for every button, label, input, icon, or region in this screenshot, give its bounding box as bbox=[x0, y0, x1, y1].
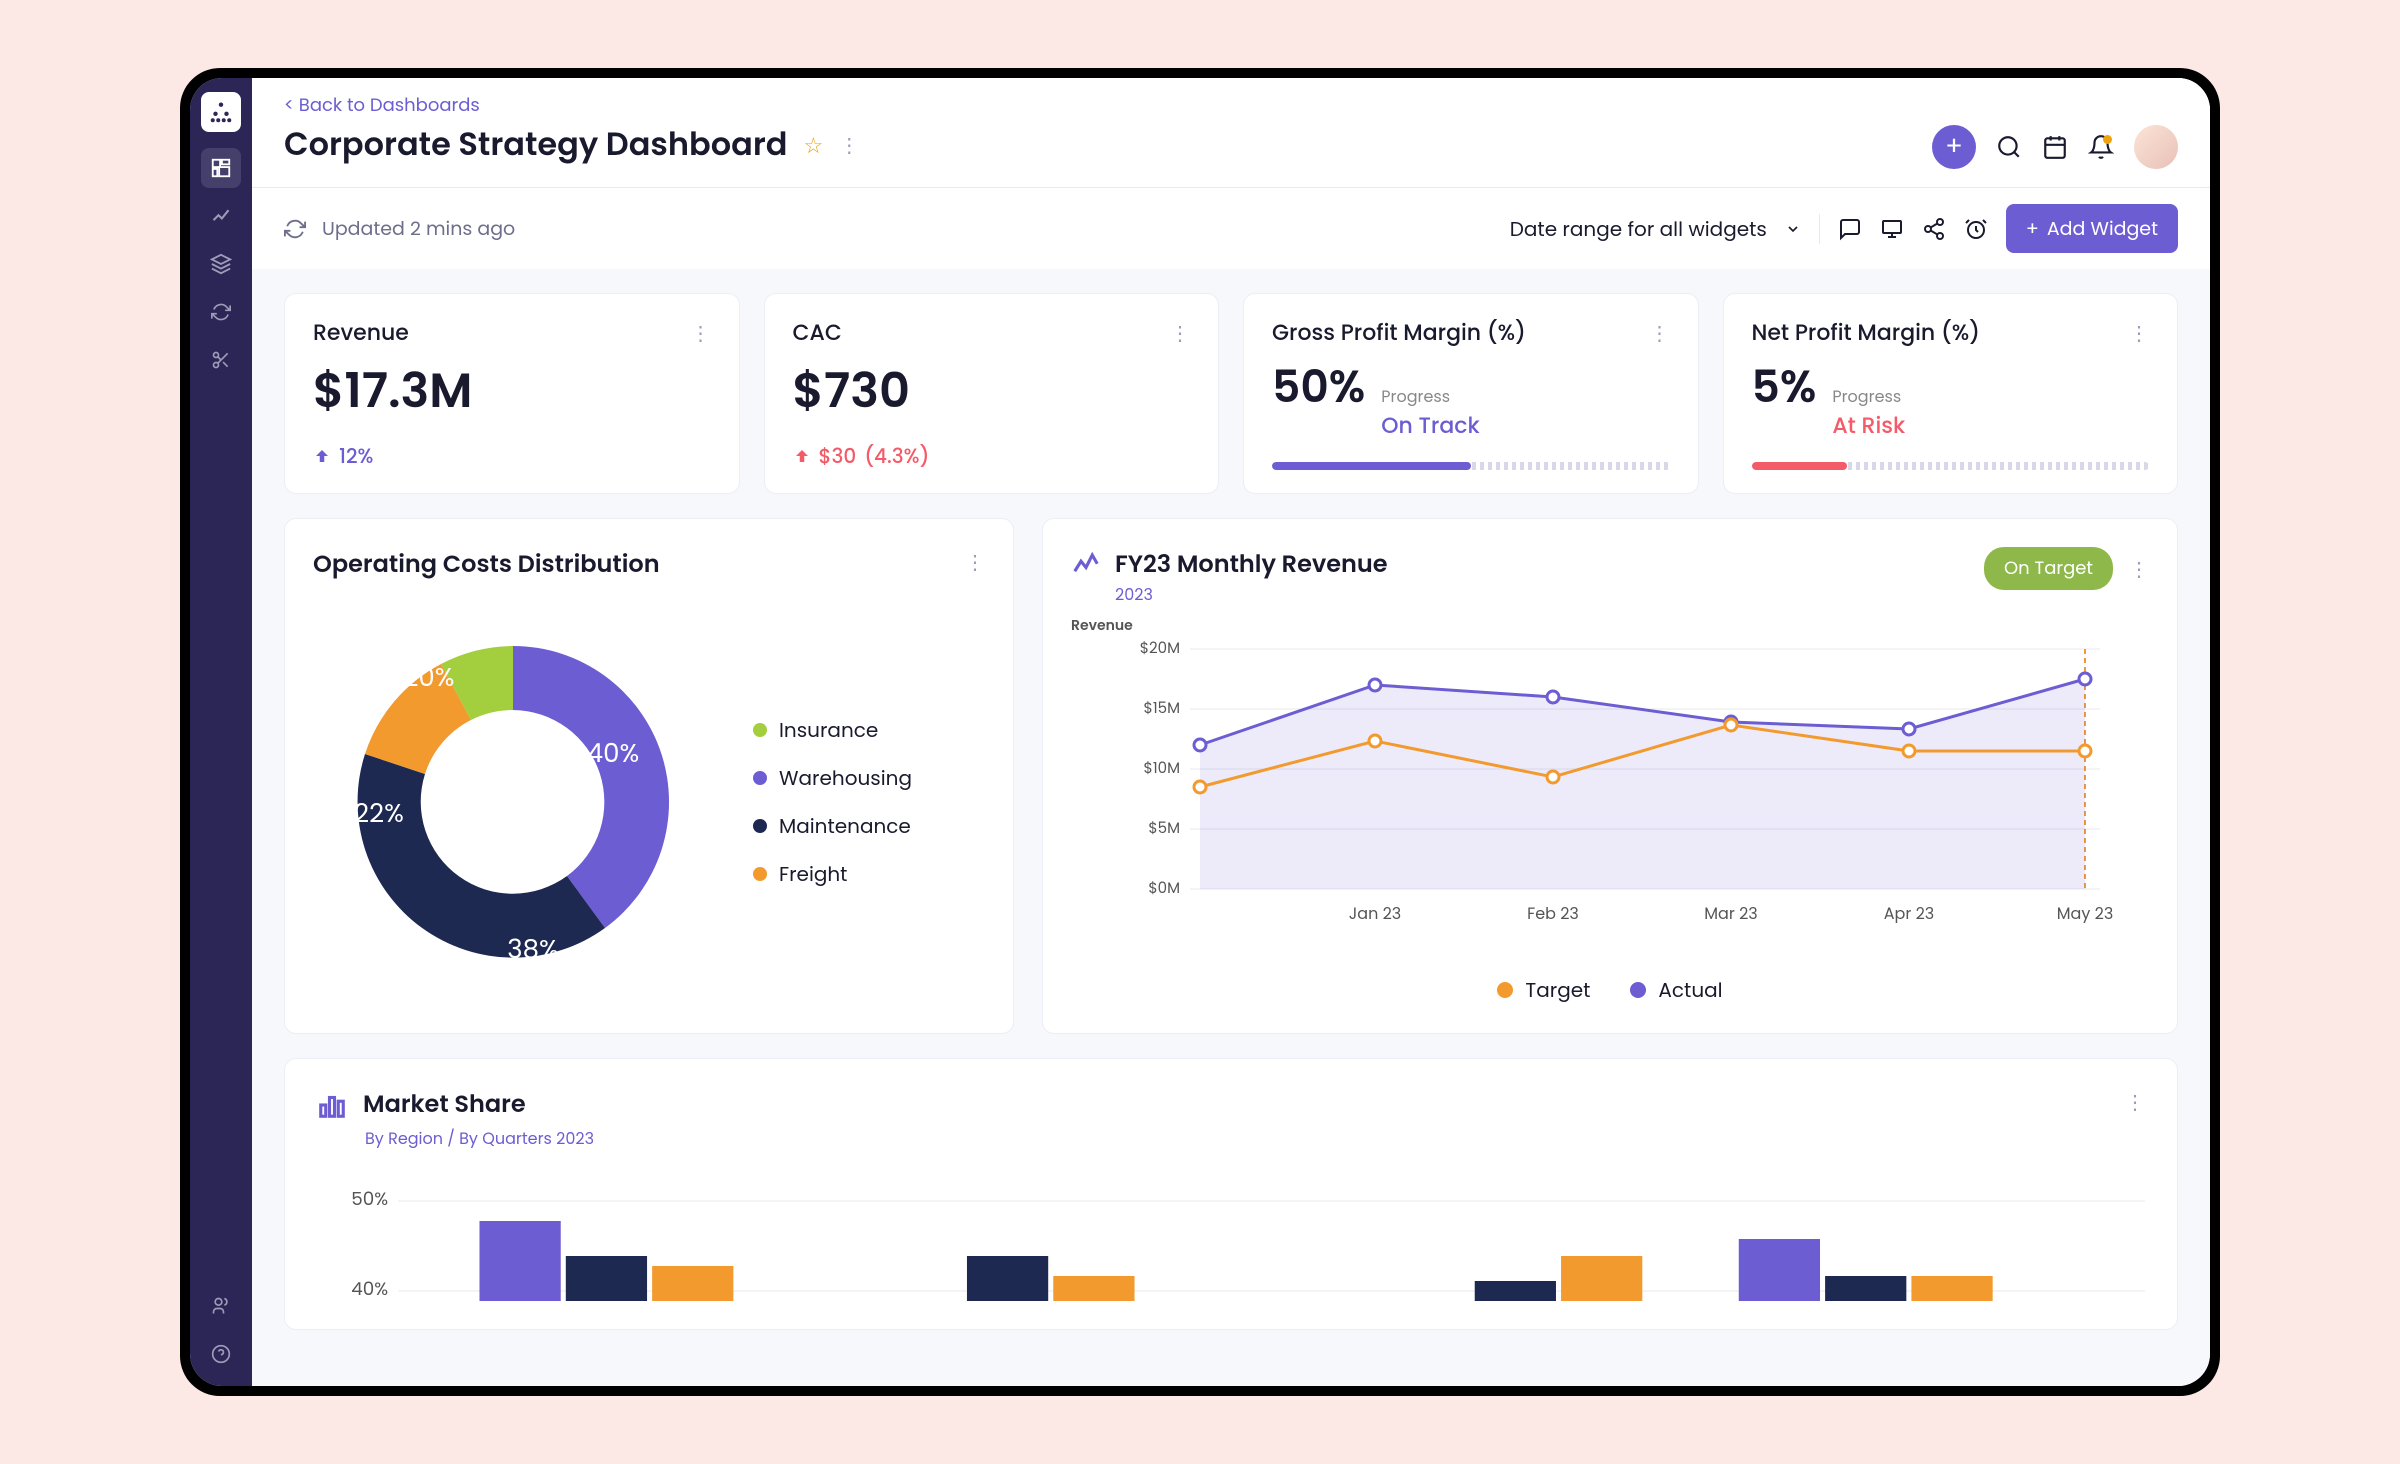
svg-text:20%: 20% bbox=[403, 660, 454, 696]
legend-item: Freight bbox=[753, 859, 912, 889]
kpi-value: $730 bbox=[793, 355, 1191, 427]
svg-text:Mar 23: Mar 23 bbox=[1704, 902, 1757, 925]
svg-text:40%: 40% bbox=[587, 736, 639, 772]
svg-text:$10M: $10M bbox=[1144, 758, 1180, 779]
updated-label: Updated 2 mins ago bbox=[322, 214, 515, 243]
comment-icon[interactable] bbox=[1838, 217, 1862, 241]
presentation-icon[interactable] bbox=[1880, 217, 1904, 241]
bell-icon[interactable] bbox=[2088, 134, 2114, 160]
card-menu-icon[interactable]: ⋮ bbox=[2129, 554, 2149, 584]
kpi-title: Net Profit Margin (%) bbox=[1752, 316, 1981, 349]
kpi-card-gpm: Gross Profit Margin (%) ⋮ 50% Progress O… bbox=[1243, 293, 1699, 494]
kpi-title: Revenue bbox=[313, 316, 409, 349]
toolbar: Updated 2 mins ago Date range for all wi… bbox=[252, 188, 2210, 269]
chart-title: FY23 Monthly Revenue bbox=[1115, 547, 1388, 582]
bar-chart: 50% 40% bbox=[317, 1181, 2145, 1301]
date-range-selector[interactable]: Date range for all widgets bbox=[1510, 214, 1820, 244]
page-title: Corporate Strategy Dashboard bbox=[284, 121, 787, 169]
status-text: At Risk bbox=[1832, 409, 1905, 442]
sidebar-item-sync[interactable] bbox=[201, 292, 241, 332]
legend-item: Target bbox=[1497, 975, 1590, 1005]
sidebar-item-help[interactable] bbox=[201, 1334, 241, 1374]
title-menu-icon[interactable]: ⋮ bbox=[839, 130, 859, 160]
svg-text:22%: 22% bbox=[354, 796, 404, 832]
line-legend: Target Actual bbox=[1071, 975, 2149, 1005]
sidebar-item-users[interactable] bbox=[201, 1286, 241, 1326]
sidebar-item-scissors[interactable] bbox=[201, 340, 241, 380]
progress-label: Progress bbox=[1832, 384, 1905, 409]
alarm-icon[interactable] bbox=[1964, 217, 1988, 241]
card-menu-icon[interactable]: ⋮ bbox=[1650, 318, 1670, 348]
card-menu-icon[interactable]: ⋮ bbox=[2129, 318, 2149, 348]
avatar[interactable] bbox=[2134, 125, 2178, 169]
legend-item: Actual bbox=[1630, 975, 1722, 1005]
svg-text:$0M: $0M bbox=[1148, 878, 1180, 899]
legend-item: Maintenance bbox=[753, 811, 912, 841]
chart-subtitle: 2023 bbox=[1115, 582, 1388, 607]
progress-bar bbox=[1272, 462, 1670, 470]
legend-item: Insurance bbox=[753, 715, 912, 745]
card-menu-icon[interactable]: ⋮ bbox=[2125, 1087, 2145, 1151]
legend-item: Warehousing bbox=[753, 763, 912, 793]
svg-text:May 23: May 23 bbox=[2057, 902, 2114, 925]
donut-legend: Insurance Warehousing Maintenance Freigh… bbox=[753, 715, 912, 889]
svg-text:$15M: $15M bbox=[1144, 698, 1180, 719]
chart-monthly-revenue: FY23 Monthly Revenue 2023 On Target ⋮ Re… bbox=[1042, 518, 2178, 1034]
svg-text:50%: 50% bbox=[351, 1187, 388, 1212]
svg-text:Apr 23: Apr 23 bbox=[1884, 902, 1934, 925]
sidebar-item-trends[interactable] bbox=[201, 196, 241, 236]
svg-text:Feb 23: Feb 23 bbox=[1527, 902, 1579, 925]
chart-subtitle: By Region / By Quarters 2023 bbox=[365, 1126, 594, 1151]
svg-text:$5M: $5M bbox=[1148, 818, 1180, 839]
progress-label: Progress bbox=[1381, 384, 1479, 409]
kpi-delta: $30 (4.3%) bbox=[793, 441, 1191, 471]
chart-title: Market Share bbox=[363, 1087, 526, 1122]
kpi-title: CAC bbox=[793, 316, 842, 349]
svg-text:40%: 40% bbox=[351, 1277, 388, 1301]
kpi-delta: 12% bbox=[313, 441, 711, 471]
chart-title: Operating Costs Distribution bbox=[313, 547, 660, 582]
add-button[interactable]: + bbox=[1932, 125, 1976, 169]
status-text: On Track bbox=[1381, 409, 1479, 442]
header: < Back to Dashboards Corporate Strategy … bbox=[252, 78, 2210, 188]
sidebar-item-dashboards[interactable] bbox=[201, 148, 241, 188]
y-axis-label: Revenue bbox=[1071, 615, 1133, 636]
status-badge: On Target bbox=[1984, 547, 2113, 590]
share-icon[interactable] bbox=[1922, 217, 1946, 241]
line-chart-icon bbox=[1071, 550, 1101, 580]
arrow-up-icon bbox=[793, 447, 811, 465]
chart-market-share: Market Share By Region / By Quarters 202… bbox=[284, 1058, 2178, 1330]
donut-chart: 40% 38% 22% 20% bbox=[313, 602, 713, 1002]
svg-text:38%: 38% bbox=[507, 932, 558, 968]
kpi-value: 5% bbox=[1752, 355, 1817, 420]
line-chart: $20M $15M $10M $5M $0M Jan 23 Feb 23 Mar… bbox=[1071, 619, 2149, 939]
card-menu-icon[interactable]: ⋮ bbox=[1170, 318, 1190, 348]
sidebar bbox=[190, 78, 252, 1386]
kpi-value: $17.3M bbox=[313, 355, 711, 427]
arrow-up-icon bbox=[313, 447, 331, 465]
kpi-value: 50% bbox=[1272, 355, 1365, 420]
svg-text:$20M: $20M bbox=[1140, 638, 1180, 659]
add-widget-button[interactable]: + Add Widget bbox=[2006, 204, 2178, 253]
back-link[interactable]: < Back to Dashboards bbox=[284, 92, 859, 119]
sidebar-item-layers[interactable] bbox=[201, 244, 241, 284]
kpi-card-cac: CAC ⋮ $730 $30 (4.3%) bbox=[764, 293, 1220, 494]
favorite-icon[interactable]: ☆ bbox=[803, 129, 823, 162]
search-icon[interactable] bbox=[1996, 134, 2022, 160]
card-menu-icon[interactable]: ⋮ bbox=[691, 318, 711, 348]
kpi-card-npm: Net Profit Margin (%) ⋮ 5% Progress At R… bbox=[1723, 293, 2179, 494]
card-menu-icon[interactable]: ⋮ bbox=[965, 547, 985, 577]
app-logo[interactable] bbox=[201, 92, 241, 132]
kpi-card-revenue: Revenue ⋮ $17.3M 12% bbox=[284, 293, 740, 494]
chevron-down-icon bbox=[1785, 221, 1801, 237]
chart-operating-costs: Operating Costs Distribution ⋮ bbox=[284, 518, 1014, 1034]
kpi-title: Gross Profit Margin (%) bbox=[1272, 316, 1526, 349]
calendar-icon[interactable] bbox=[2042, 134, 2068, 160]
bar-chart-icon bbox=[317, 1090, 347, 1120]
svg-text:Jan 23: Jan 23 bbox=[1349, 902, 1401, 925]
progress-bar bbox=[1752, 462, 2150, 470]
refresh-icon[interactable] bbox=[284, 218, 306, 240]
